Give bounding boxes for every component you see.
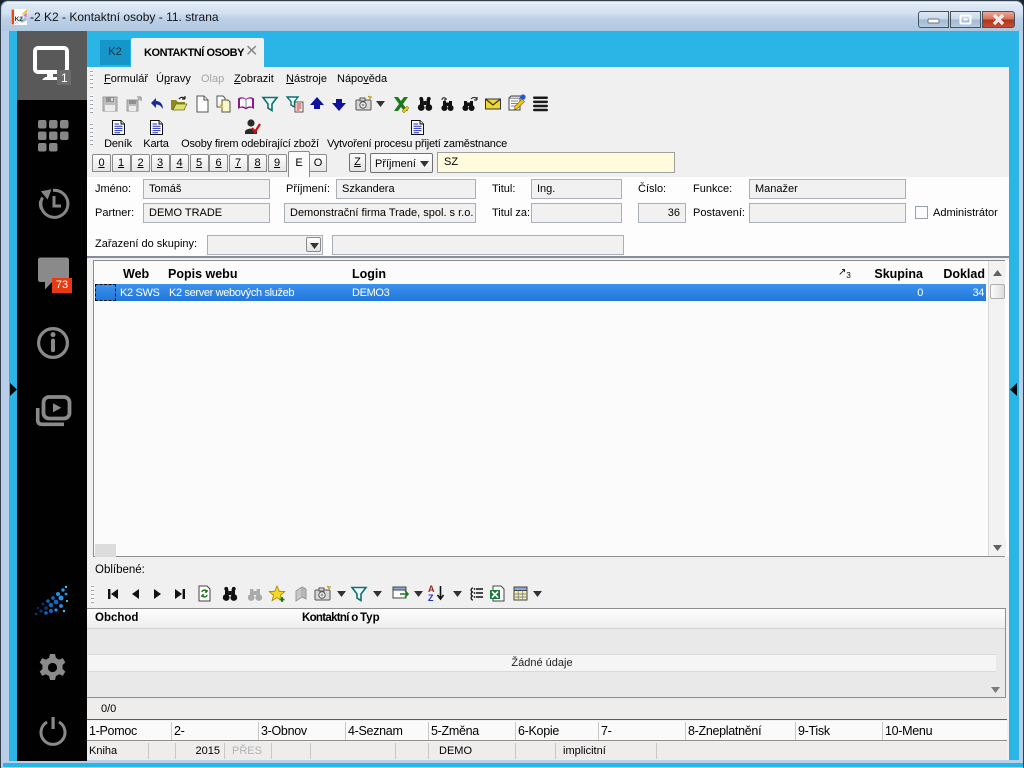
- svg-text:1: 1: [61, 71, 68, 85]
- svg-text:Z: Z: [428, 593, 434, 603]
- svg-text:K2: K2: [15, 16, 24, 23]
